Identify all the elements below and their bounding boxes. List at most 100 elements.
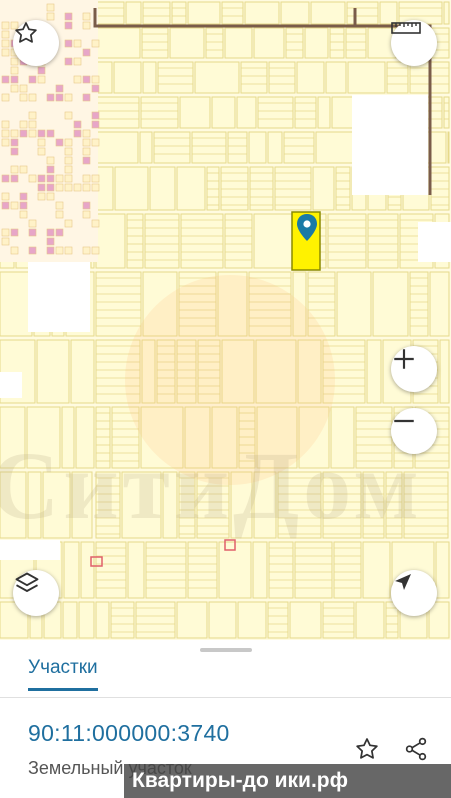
minus-icon	[394, 419, 414, 423]
land-parcel	[429, 271, 450, 337]
land-parcel	[113, 61, 142, 94]
layers-button[interactable]	[13, 570, 59, 616]
settlement-plot	[82, 246, 91, 255]
land-parcel	[428, 601, 450, 639]
land-parcel	[439, 339, 450, 404]
banner-text: Квартиры-до ики.рф	[132, 769, 348, 792]
ruler-icon	[391, 22, 421, 34]
settlement-plot	[1, 192, 10, 201]
white-area	[0, 540, 60, 560]
land-parcel	[187, 1, 221, 25]
tab-parcels[interactable]: Участки	[28, 657, 98, 691]
settlement-plot	[64, 174, 73, 183]
settlement-plot	[55, 210, 64, 219]
land-parcel	[95, 1, 125, 25]
settlement-plot	[19, 201, 28, 210]
land-parcel	[443, 1, 450, 25]
land-parcel	[240, 61, 268, 94]
land-parcel	[294, 541, 333, 599]
settlement-plot	[82, 156, 91, 165]
land-parcel	[296, 61, 325, 94]
settlement-plot	[10, 129, 19, 138]
settlement-plot	[37, 174, 46, 183]
land-parcel	[336, 271, 372, 337]
land-parcel	[95, 541, 127, 599]
locate-button[interactable]	[391, 570, 437, 616]
settlement-plot	[46, 3, 55, 12]
settlement-plot	[37, 192, 46, 201]
settlement-plot	[10, 201, 19, 210]
settlement-plot	[10, 138, 19, 147]
land-parcel	[253, 27, 285, 59]
settlement-plot	[82, 93, 91, 102]
settlement-plot	[64, 93, 73, 102]
land-parcel	[285, 27, 304, 59]
favorite-button[interactable]	[13, 20, 59, 66]
land-parcel	[149, 166, 176, 211]
settlement-plot	[82, 210, 91, 219]
settlement-plot	[82, 174, 91, 183]
land-parcel	[447, 131, 450, 164]
map-canvas[interactable]	[0, 0, 451, 640]
land-parcel	[95, 213, 126, 269]
settlement-plot	[82, 21, 91, 30]
white-area	[0, 372, 22, 398]
settlement-plot	[91, 219, 100, 228]
settlement-plot	[82, 129, 91, 138]
settlement-plot	[1, 201, 10, 210]
land-parcel	[95, 96, 140, 129]
star-icon	[15, 22, 37, 43]
land-parcel	[211, 96, 236, 129]
land-parcel	[95, 601, 110, 639]
land-parcel	[63, 541, 80, 599]
zoom-in-button[interactable]	[391, 346, 437, 392]
settlement-plot	[46, 246, 55, 255]
settlement-plot	[28, 174, 37, 183]
settlement-plot	[1, 75, 10, 84]
divider	[0, 697, 451, 698]
land-parcel	[176, 601, 208, 639]
settlement-plot	[73, 75, 82, 84]
share-button[interactable]	[401, 734, 431, 764]
settlement-plot	[64, 156, 73, 165]
land-parcel	[157, 61, 194, 94]
settlement-plot	[55, 138, 64, 147]
settlement-plot	[10, 84, 19, 93]
settlement-plot	[55, 93, 64, 102]
land-parcel	[220, 166, 249, 211]
settlement-plot	[1, 30, 10, 39]
settlement-plot	[37, 129, 46, 138]
land-parcel	[386, 61, 409, 94]
settlement-plot	[10, 165, 19, 174]
settlement-plot	[55, 84, 64, 93]
land-parcel	[95, 27, 141, 59]
settlement-plot	[91, 111, 100, 120]
settlement-plot	[19, 210, 28, 219]
settlement-plot	[46, 156, 55, 165]
settlement-plot	[46, 183, 55, 192]
favorite-parcel-button[interactable]	[352, 734, 382, 764]
settlement-plot	[64, 147, 73, 156]
zoom-out-button[interactable]	[391, 408, 437, 454]
settlement-plot	[1, 237, 10, 246]
drag-handle[interactable]	[200, 648, 252, 652]
land-parcel	[62, 601, 78, 639]
ruler-button[interactable]	[391, 20, 437, 66]
settlement-plot	[91, 138, 100, 147]
settlement-plot	[82, 138, 91, 147]
land-parcel	[169, 27, 205, 59]
land-parcel	[346, 1, 379, 25]
settlement-plot	[46, 237, 55, 246]
land-parcel	[139, 131, 153, 164]
land-parcel	[95, 131, 139, 164]
white-area	[418, 222, 451, 262]
land-parcel	[267, 601, 289, 639]
settlement-plot	[19, 84, 28, 93]
land-parcel	[171, 1, 187, 25]
settlement-plot	[28, 129, 37, 138]
watermark-banner: Квартиры-до ики.рф	[124, 764, 451, 798]
land-parcel	[333, 541, 362, 599]
cadastral-map[interactable]: СитиДом	[0, 0, 451, 640]
cadastral-number[interactable]: 90:11:000000:3740	[28, 720, 230, 747]
settlement-plot	[64, 165, 73, 174]
